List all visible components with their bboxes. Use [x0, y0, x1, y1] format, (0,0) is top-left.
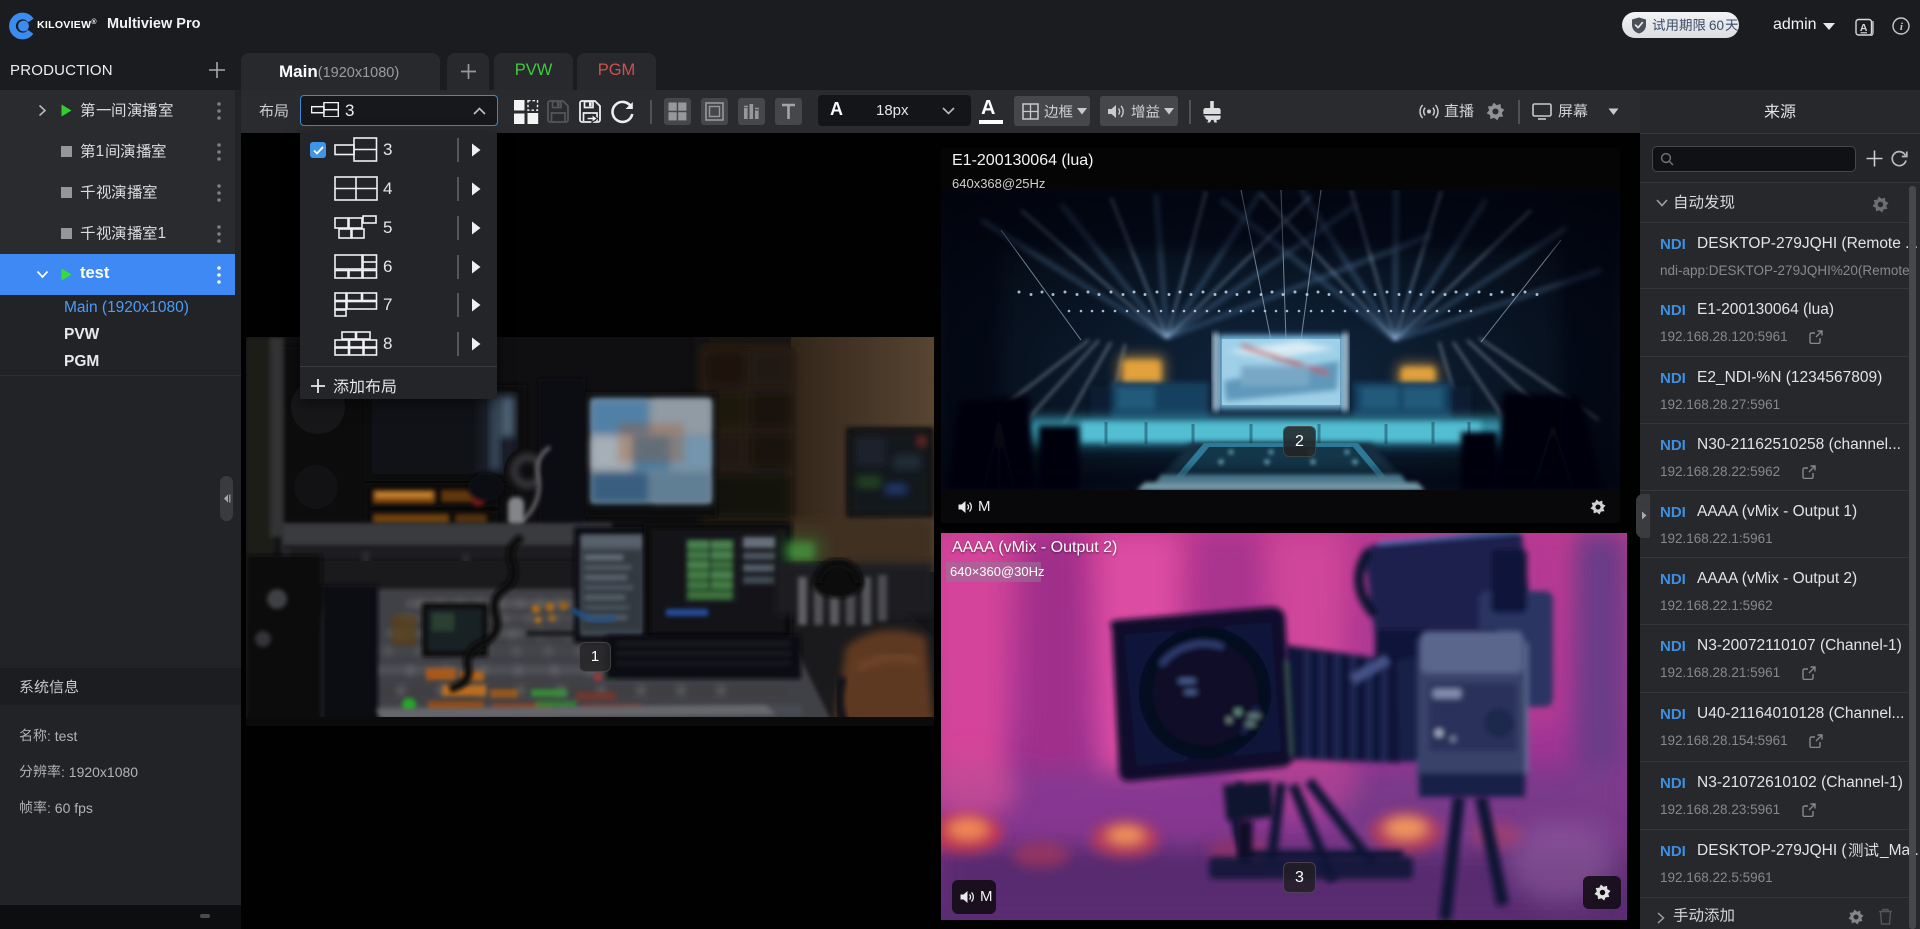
svg-text:A: A — [1860, 22, 1868, 34]
svg-text:i: i — [1900, 21, 1904, 33]
